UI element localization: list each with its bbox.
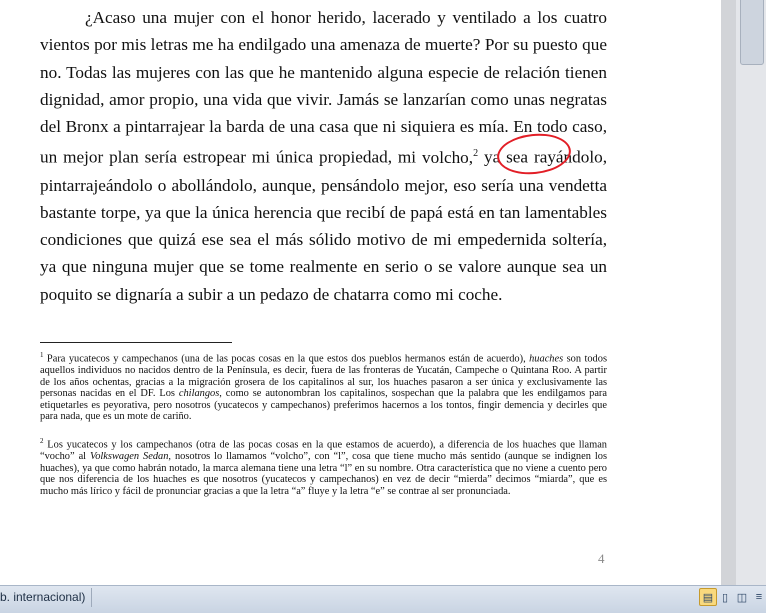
body-line: vientos por mis letras me ha endilgado u…: [40, 35, 578, 55]
footnote-italic: Volkswagen Sedan: [90, 451, 169, 463]
paragraph: ¿Acaso una mujer con el honor herido, la…: [40, 4, 607, 308]
body-text[interactable]: ¿Acaso una mujer con el honor herido, la…: [40, 4, 607, 308]
print-layout-view-button[interactable]: ▤: [699, 588, 717, 606]
outline-view-button[interactable]: ≡: [750, 588, 766, 606]
footnote-italic: chilangos: [178, 388, 220, 400]
footnote-italic: huaches: [529, 353, 564, 365]
circled-word: volcho,: [422, 148, 474, 168]
page-number: 4: [598, 551, 605, 566]
vertical-scrollbar[interactable]: [736, 0, 766, 585]
status-bar: b. internacional) ▤ ▯ ◫ ≡: [0, 585, 766, 613]
print-layout-icon: ▤: [702, 591, 714, 604]
footnote-text: Para yucatecos y campechanos (una de las…: [43, 353, 530, 365]
full-screen-reading-view-button[interactable]: ▯: [716, 588, 734, 606]
web-layout-icon: ◫: [736, 591, 748, 604]
web-layout-view-button[interactable]: ◫: [733, 588, 751, 606]
footnote-1: 1 Para yucatecos y campechanos (una de l…: [40, 350, 607, 423]
language-indicator[interactable]: b. internacional): [0, 588, 93, 607]
body-line: ya sea: [478, 148, 529, 168]
scrollbar-thumb[interactable]: [740, 0, 764, 65]
footnote-separator: [40, 342, 232, 343]
outline-icon: ≡: [755, 591, 763, 603]
full-screen-reading-icon: ▯: [721, 591, 729, 604]
footnote-2: 2 Los yucatecos y los campechanos (otra …: [40, 436, 607, 497]
document-page[interactable]: ¿Acaso una mujer con el honor herido, la…: [0, 0, 721, 585]
body-line: mi coche.: [435, 284, 503, 304]
body-line: ¿Acaso una mujer con el honor herido, la…: [85, 8, 607, 27]
